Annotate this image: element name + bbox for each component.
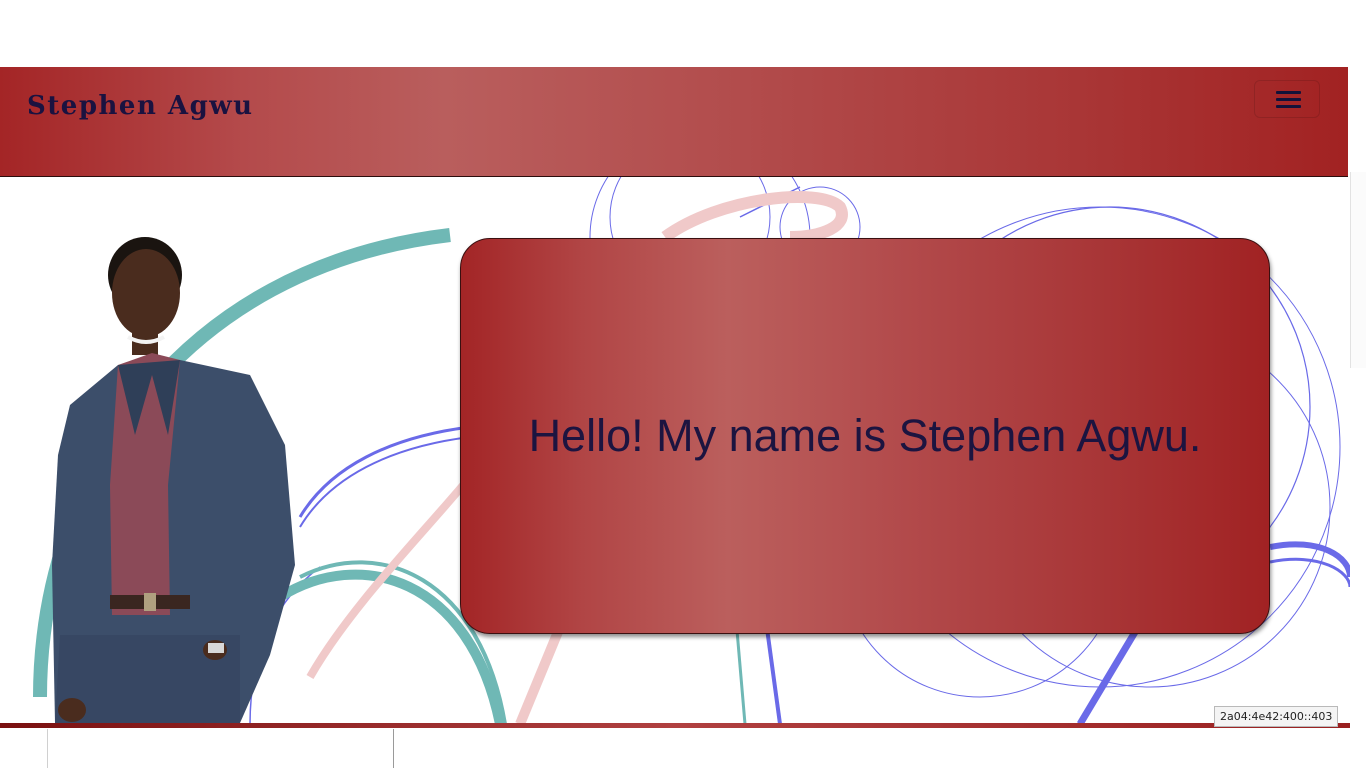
- greeting-card: Hello! My name is Stephen Agwu.: [460, 238, 1270, 634]
- hero-bottom-divider: [0, 723, 1350, 728]
- portrait-photo: [52, 237, 295, 723]
- brand-name[interactable]: Stephen Agwu: [27, 91, 254, 121]
- right-edge-panel: [1350, 172, 1366, 368]
- ip-address-tooltip: 2a04:4e42:400::403: [1214, 706, 1339, 727]
- greeting-text: Hello! My name is Stephen Agwu.: [528, 410, 1202, 461]
- navbar: Stephen Agwu: [0, 67, 1348, 177]
- menu-toggle-button[interactable]: [1254, 80, 1320, 118]
- below-fold-area: [0, 729, 1366, 768]
- below-fold-column: [47, 729, 394, 768]
